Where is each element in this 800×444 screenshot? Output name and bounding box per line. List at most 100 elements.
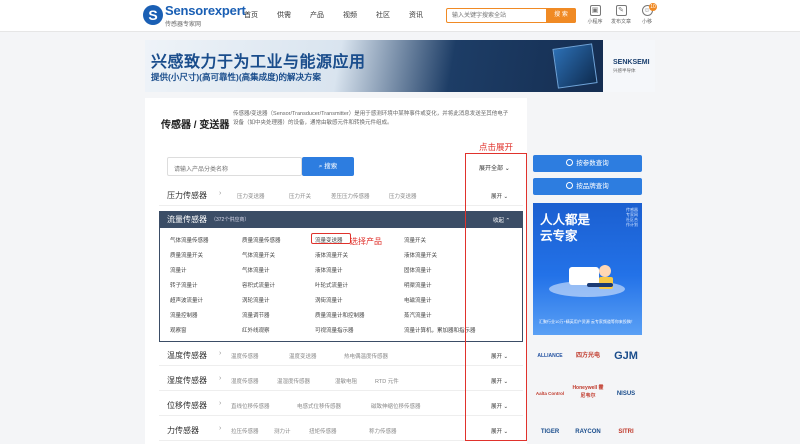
site-logo[interactable]: S Sensorexpert 传感器专家网 [143,3,246,29]
nav-home[interactable]: 首页 [244,0,277,32]
subcategory-link[interactable]: RTD 元件 [375,377,399,385]
brand-logo-cubic[interactable]: 四方光电 [571,345,605,367]
flow-product-link[interactable]: 涡轮流量计 [242,296,270,304]
logo-subtitle: 传感器专家网 [165,22,202,28]
subcategory-link[interactable]: 压力变送器 [389,192,417,200]
category-description: 传感器/变送器（Sensor/Transducer/Transmitter）是用… [233,111,509,126]
subcategory-link[interactable]: 测力计 [274,427,291,435]
annotation-expand-column [465,153,527,441]
flow-product-link[interactable]: 容积式流量计 [242,281,275,289]
mini-program-label: 小程序 [587,19,603,25]
brand-logo-sitri[interactable]: SITRI [609,421,643,443]
nav-video[interactable]: 视频 [343,0,376,32]
nav-news[interactable]: 资讯 [409,0,442,32]
subcategory-link[interactable]: 压力开关 [289,192,311,200]
flow-product-link[interactable]: 气体流量开关 [242,251,275,259]
publish-article-label: 发布文章 [610,19,631,25]
category-name: 位移传感器 [167,401,207,410]
subcategory-link[interactable]: 直线位移传感器 [231,402,270,410]
subcategory-link[interactable]: 差压压力传感器 [331,192,370,200]
mini-program-icon: ▣ [589,5,601,16]
nav-community[interactable]: 社区 [376,0,409,32]
product-search [167,157,302,179]
subcategory-link[interactable]: 拉压传感器 [231,427,259,435]
subcategory-link[interactable]: 温湿度传感器 [277,377,310,385]
brand-logo-gjm[interactable]: GJM [609,345,643,367]
brand-logo-alliance[interactable]: ALLIANCE [533,345,567,367]
product-search-input[interactable] [168,161,298,179]
brand-logo-aalta[interactable]: Aalta Control [533,383,567,405]
flow-product-link[interactable]: 明渠流量计 [404,281,432,289]
subcategory-link[interactable]: 扭矩传感器 [309,427,337,435]
subcategory-link[interactable]: 温度变送器 [289,352,317,360]
flow-product-link[interactable]: 气体流量传感器 [170,236,209,244]
site-search-button[interactable]: 搜 索 [546,8,576,23]
brand-logo-nisus[interactable]: NISUS [609,383,643,405]
flow-product-link[interactable]: 气体流量计 [242,266,270,274]
flow-product-link[interactable]: 固体流量计 [404,266,432,274]
brand-logo-tiger[interactable]: TIGER [533,421,567,443]
publish-article-icon: ✎ [615,5,627,16]
supplier-count: （372个供应商） [211,217,250,223]
category-name: 流量传感器 [167,215,207,224]
promo-banner[interactable]: 兴感致力于为工业与能源应用 提供(小尺寸)(高可靠性)(高集成度)的解决方案 S… [145,40,655,92]
flow-product-link[interactable]: 质量流量计和控制器 [315,311,365,319]
chevron-right-icon: › [219,375,222,382]
flow-product-link[interactable]: 流量控制器 [170,311,198,319]
query-by-brand-label: 按品牌查询 [576,183,609,190]
subcategory-link[interactable]: 压力变送器 [237,192,265,200]
user-link[interactable]: ☺ 10 小移 [633,3,661,29]
mini-program-link[interactable]: ▣ 小程序 [581,5,609,29]
category-name: 力传感器 [167,426,199,435]
category-name: 湿度传感器 [167,376,207,385]
flow-product-link[interactable]: 超声波流量计 [170,296,203,304]
chevron-right-icon: › [219,350,222,357]
flow-product-link[interactable]: 红外线观察 [242,326,270,334]
brand-logo-grid: ALLIANCE 四方光电 GJM Aalta Control Honeywel… [533,343,645,444]
banner-title: 兴感致力于为工业与能源应用 [151,54,366,71]
flow-product-link[interactable]: 转子流量计 [170,281,198,289]
flow-product-link[interactable]: 电磁流量计 [404,296,432,304]
category-title: 传感器 / 变送器 [161,120,230,131]
flow-product-link[interactable]: 流量调节器 [242,311,270,319]
flow-product-link[interactable]: 液体流量开关 [315,251,348,259]
flow-product-link[interactable]: 质量流量开关 [170,251,203,259]
user-label: 小移 [641,19,652,25]
nav-supply[interactable]: 供需 [277,0,310,32]
logo-text: Sensorexpert [165,3,246,18]
subcategory-link[interactable]: 湿度传感器 [231,377,259,385]
flow-product-link[interactable]: 质量流量传感器 [242,236,281,244]
banner-brand: SENKSEMI [613,59,650,66]
cloud-expert-ad[interactable]: 人人都是 云专家 传感器专家网社区合作计划 汇聚行业10万+精英用户资源 云专家… [533,203,642,335]
banner-subtitle: 提供(小尺寸)(高可靠性)(高集成度)的解决方案 [151,72,321,82]
flow-product-link[interactable]: 涡街流量计 [315,296,343,304]
nav-products[interactable]: 产品 [310,0,343,32]
annotation-click-expand: 点击展开 [479,142,514,152]
subcategory-link[interactable]: 称力传感器 [369,427,397,435]
site-search: 搜 索 [446,8,576,23]
ad-illustration [549,265,625,297]
product-search-button[interactable]: ⌕ 搜索 [302,157,354,176]
subcategory-link[interactable]: 热电偶温度传感器 [344,352,388,360]
flow-product-link[interactable]: 观察窗 [170,326,187,334]
brand-logo-raycon[interactable]: RAYCON [571,421,605,443]
subcategory-link[interactable]: 电感式位移传感器 [297,402,341,410]
subcategory-link[interactable]: 温度传感器 [231,352,259,360]
flow-product-link[interactable]: 流量开关 [404,236,426,244]
flow-product-link[interactable]: 蒸汽流量计 [404,311,432,319]
logo-s-icon: S [143,5,163,25]
flow-product-link[interactable]: 流量计 [170,266,187,274]
flow-product-link[interactable]: 流量变送器 [315,236,343,244]
flow-product-link[interactable]: 液体流量开关 [404,251,437,259]
publish-article-link[interactable]: ✎ 发布文章 [607,5,635,29]
site-search-input[interactable] [447,9,547,22]
product-search-button-label: 搜索 [324,163,338,170]
subcategory-link[interactable]: 湿敏电阻 [335,377,357,385]
flow-product-link[interactable]: 叶轮式流量计 [315,281,348,289]
query-by-brand-button[interactable]: 按品牌查询 [533,178,642,195]
brand-logo-honeywell[interactable]: Honeywell 霍尼韦尔 [571,381,605,403]
subcategory-link[interactable]: 磁致伸缩位移传感器 [371,402,421,410]
flow-product-link[interactable]: 可视流量指示器 [315,326,354,334]
flow-product-link[interactable]: 液体流量计 [315,266,343,274]
query-by-parameter-button[interactable]: 按参数查询 [533,155,642,172]
